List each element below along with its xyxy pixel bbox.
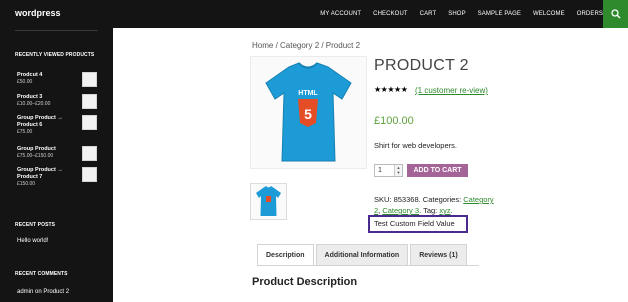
product-thumbnail[interactable] — [82, 115, 97, 130]
tag-label: Tag: — [423, 206, 438, 215]
product-meta: SKU: 853368. Categories: Category 2, Cat… — [374, 195, 494, 215]
svg-text:5: 5 — [304, 106, 312, 122]
product-thumbnail[interactable] — [250, 183, 287, 220]
recently-viewed-item[interactable]: Prodcut 4 £50.00 — [17, 72, 97, 87]
recently-viewed-name[interactable]: Group Product — [17, 146, 77, 153]
recent-post-link[interactable]: Hello world! — [17, 238, 48, 244]
nav-shop[interactable]: SHOP — [448, 11, 465, 17]
recently-viewed-item[interactable]: Group Product → Product 6 £75.00 — [17, 115, 97, 136]
product-thumbnail[interactable] — [82, 167, 97, 182]
product-thumbnail[interactable] — [82, 146, 97, 161]
comment-post-link[interactable]: Product 2 — [43, 289, 69, 295]
search-icon — [610, 9, 620, 19]
description-heading: Product Description — [252, 276, 358, 288]
sidebar: RECENTLY VIEWED PRODUCTS Prodcut 4 £50.0… — [0, 28, 113, 302]
breadcrumb[interactable]: Home / Category 2 / Product 2 — [252, 41, 360, 50]
recently-viewed-name[interactable]: Product 3 — [17, 94, 77, 101]
recently-viewed-name[interactable]: Group Product → Product 6 — [17, 115, 77, 129]
tshirt-image: HTML 5 — [265, 62, 352, 162]
product-thumbnail[interactable] — [82, 72, 97, 87]
tab-description[interactable]: Description — [257, 244, 314, 265]
tab-additional-information[interactable]: Additional Information — [315, 244, 409, 265]
recently-viewed-price: £75.00 — [17, 129, 33, 135]
quantity-stepper[interactable]: ▲ ▼ — [394, 165, 402, 176]
recently-viewed-item[interactable]: Product 3 £10.00–£20.00 — [17, 94, 97, 109]
nav-welcome[interactable]: WELCOME — [533, 11, 565, 17]
tshirt-thumbnail-image — [256, 186, 281, 216]
recently-viewed-item[interactable]: Group Product £75.00–£150.00 — [17, 146, 97, 161]
quantity-input[interactable]: 1 ▲ ▼ — [374, 164, 403, 177]
nav-my-account[interactable]: MY ACCOUNT — [320, 11, 361, 17]
top-bar: wordpress MY ACCOUNT CHECKOUT CART SHOP … — [0, 0, 628, 28]
comment-connector: on — [35, 289, 42, 295]
recently-viewed-item[interactable]: Group Product → Product 7 £150.00 — [17, 167, 97, 188]
product-main-image[interactable]: HTML 5 — [250, 56, 367, 169]
product-price: £100.00 — [374, 115, 414, 127]
tab-reviews[interactable]: Reviews (1) — [410, 244, 467, 265]
svg-text:HTML: HTML — [298, 90, 318, 97]
category-link[interactable]: Category 3 — [382, 206, 419, 215]
recent-posts-heading: RECENT POSTS — [15, 222, 56, 228]
search-button[interactable] — [603, 0, 628, 28]
main-nav: MY ACCOUNT CHECKOUT CART SHOP SAMPLE PAG… — [308, 0, 603, 28]
nav-sample-page[interactable]: SAMPLE PAGE — [478, 11, 521, 17]
recently-viewed-price: £150.00 — [17, 181, 36, 187]
sidebar-divider — [15, 30, 98, 31]
add-to-cart-button[interactable]: ADD TO CART — [407, 164, 468, 177]
nav-cart[interactable]: CART — [420, 11, 437, 17]
recent-comment: admin on Product 2 — [17, 289, 69, 295]
nav-orders[interactable]: ORDERS — [577, 11, 603, 17]
quantity-value: 1 — [378, 167, 382, 174]
recently-viewed-heading: RECENTLY VIEWED PRODUCTS — [15, 52, 95, 58]
product-thumbnail[interactable] — [82, 94, 97, 109]
recently-viewed-name[interactable]: Prodcut 4 — [17, 72, 77, 79]
customer-review-link[interactable]: (1 customer re-view) — [374, 84, 494, 97]
categories-label: Categories: — [422, 195, 462, 204]
short-description: Shirt for web developers. — [374, 141, 457, 150]
comment-author: admin — [17, 289, 34, 295]
recent-comments-heading: RECENT COMMENTS — [15, 271, 68, 277]
custom-field-value: Test Custom Field Value — [374, 219, 455, 228]
recently-viewed-name[interactable]: Group Product → Product 7 — [17, 167, 77, 181]
sku: SKU: 853368. — [374, 195, 421, 204]
tag-link[interactable]: xyz — [439, 206, 450, 215]
site-title[interactable]: wordpress — [15, 8, 61, 18]
product-title: PRODUCT 2 — [374, 57, 469, 74]
nav-checkout[interactable]: CHECKOUT — [373, 11, 407, 17]
product-tabs: Description Additional Information Revie… — [257, 244, 479, 266]
